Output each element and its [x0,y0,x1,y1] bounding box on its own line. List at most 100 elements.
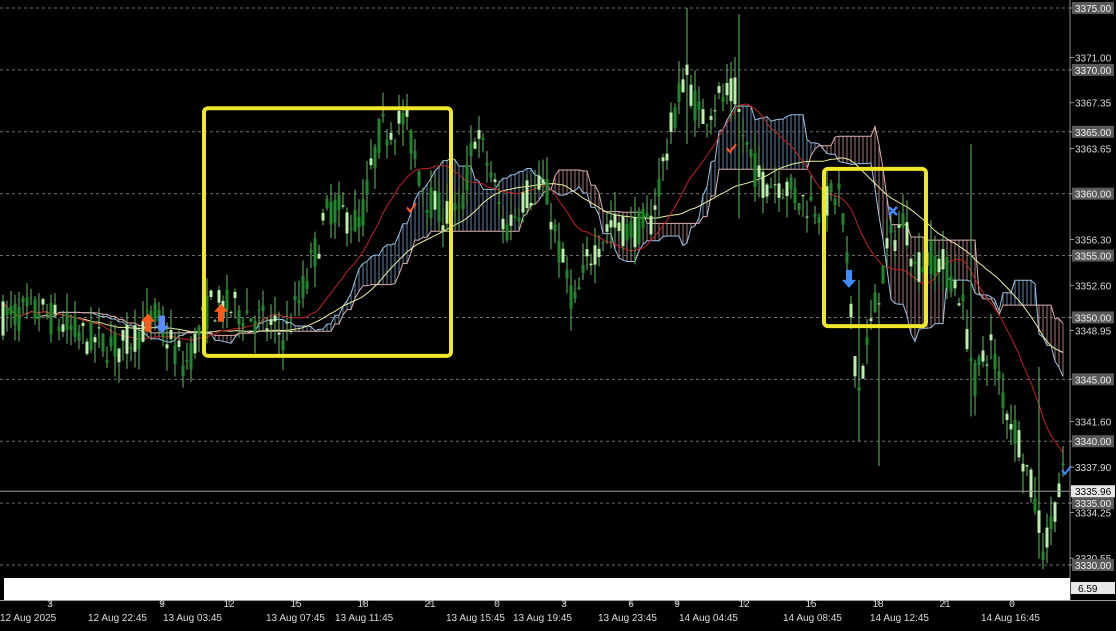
candle-body [817,216,821,224]
candle-body [393,140,397,142]
candle-body [561,248,565,263]
candle-body [97,327,101,329]
candle-body [309,250,313,253]
candle-body [77,332,81,341]
candle-body [353,209,357,232]
candle-body [761,171,765,198]
candle-body [333,199,337,223]
price-tick-label: 3367.35 [1075,99,1112,110]
candle-body [685,64,689,75]
time-axis[interactable]: 6.59 3 9 12 15 18 21 0 3 6 9 12 15 18 21 0 12 Aug 2025 12… [0,578,1116,626]
candle-body [269,319,273,325]
candle-body [633,217,637,248]
hour-tick-label: 12 [223,599,235,610]
candle-body [841,213,845,225]
candle-body [713,110,717,112]
candle-body [5,307,9,316]
price-tick-label: 3350.00 [1075,313,1112,324]
candle-body [81,322,85,326]
candle-body [989,334,993,341]
price-tick-label: 3360.00 [1075,190,1112,201]
candle-body [897,224,901,228]
candle-body [369,158,373,166]
candle-body [1013,419,1017,444]
date-tick-label: 14 Aug 08:45 [783,613,842,624]
candle-body [617,222,621,231]
candle-body [573,292,577,299]
candle-body [413,151,417,160]
candle-body [101,333,105,352]
price-tick-label: 3375.00 [1075,4,1112,15]
candle-body [569,285,573,309]
price-tick-label: 3341.60 [1075,417,1112,428]
hour-tick-label: 0 [494,599,500,610]
candle-body [909,258,913,267]
price-tick-label: 3356.30 [1075,235,1112,246]
candle-body [433,190,437,210]
candle-body [165,344,169,349]
candle-body [325,198,329,208]
candle-body [813,214,817,217]
candle-body [957,303,961,306]
candle-body [317,253,321,259]
candle-body [877,303,881,305]
candle-body [61,324,65,332]
candle-body [649,215,653,235]
candle-body [109,336,113,346]
candle-body [289,330,293,333]
time-range-strip[interactable] [4,578,1070,600]
candle-body [337,194,341,210]
candle-body [757,165,761,178]
candle-body [873,292,877,313]
candle-body [241,323,245,327]
candle-body [653,205,657,210]
candle-body [229,311,233,313]
candle-body [669,112,673,132]
candle-body [765,184,769,197]
candle-body [345,212,349,234]
candle-body [985,364,989,366]
candle-body [729,78,733,102]
candle-body [917,252,921,282]
candle-body [589,263,593,266]
candle-body [129,347,133,349]
hour-tick-label: 6 [628,599,634,610]
candle-body [625,223,629,241]
candle-body [997,370,1001,379]
candle-body [13,303,17,325]
candle-body [245,310,249,314]
hour-tick-label: 21 [939,599,951,610]
candle-body [953,280,957,289]
candle-body [833,198,837,206]
candle-body [125,324,129,354]
candle-body [549,221,553,230]
candle-body [1053,502,1057,522]
candle-body [753,153,757,188]
bottom-tick-label: 6.59 [1078,584,1098,595]
candle-body [197,326,201,335]
candle-body [373,146,377,168]
candle-body [621,215,625,247]
candle-body [237,309,241,325]
price-chart[interactable]: 3375.00 3371.00 3370.00 3367.35 3365.00 3363.… [0,0,1116,626]
hour-tick-label: 3 [47,599,53,610]
candle-body [929,240,933,275]
candle-body [273,315,277,322]
candle-body [41,299,45,305]
candle-body [525,180,529,208]
candle-body [185,359,189,362]
candle-body [473,141,477,149]
candle-body [321,212,325,221]
candle-body [1025,465,1029,467]
hour-tick-label: 18 [872,599,884,610]
candle-body [557,240,561,263]
candle-body [1045,527,1049,548]
chart-canvas[interactable]: 3375.00 3371.003370.00 3367.35 3365.00 3363.… [0,0,1116,626]
candle-body [57,326,61,332]
price-tick-label: 3348.95 [1075,326,1112,337]
candle-body [733,77,737,105]
hour-tick-label: 21 [424,599,436,610]
candle-body [145,310,149,312]
candle-body [689,84,693,106]
candle-body [1021,463,1025,472]
